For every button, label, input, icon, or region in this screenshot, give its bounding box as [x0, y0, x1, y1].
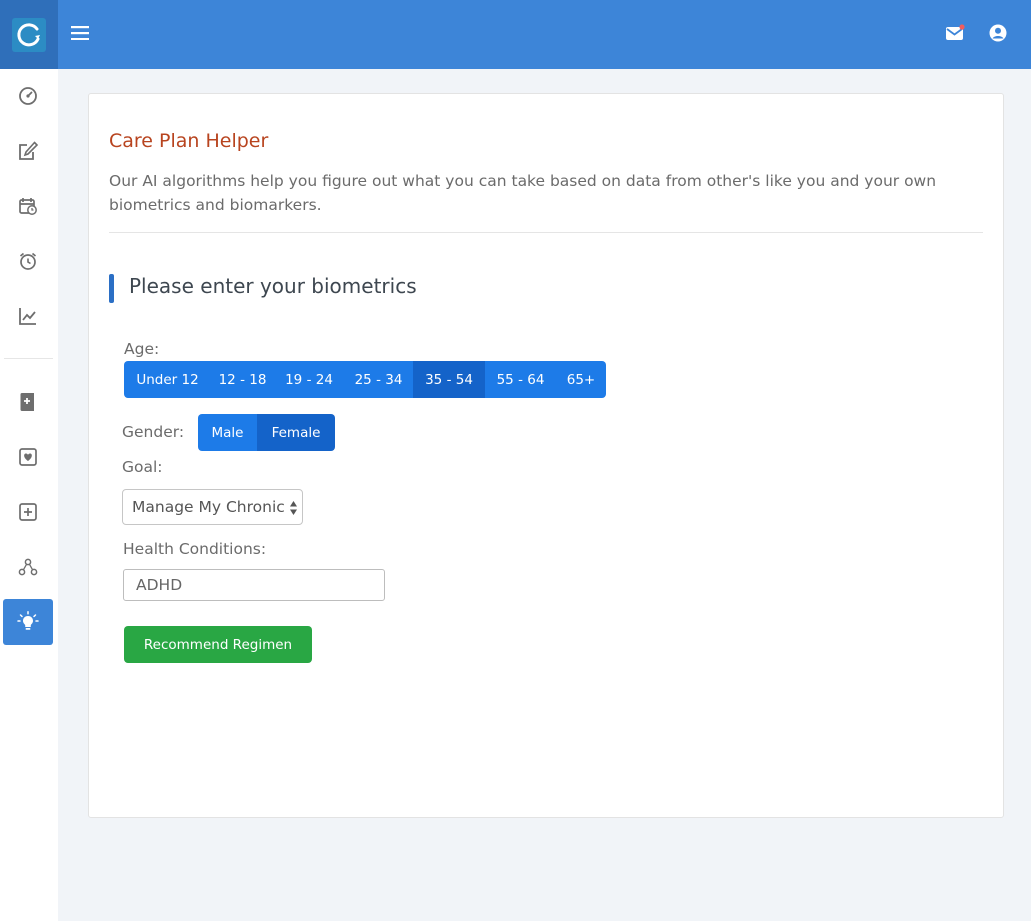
sidebar-item-schedule[interactable] [3, 183, 53, 229]
health-conditions-label: Health Conditions: [123, 540, 267, 558]
age-option-65-plus[interactable]: 65+ [556, 361, 606, 398]
section-accent-bar [109, 274, 114, 303]
gender-button-group: Male Female [198, 414, 335, 451]
recommend-regimen-button[interactable]: Recommend Regimen [124, 626, 312, 663]
sidebar-item-dashboard[interactable] [3, 73, 53, 119]
sidebar-divider [4, 358, 53, 359]
health-conditions-input[interactable] [123, 569, 385, 601]
top-bar [0, 0, 1031, 69]
section-title: Please enter your biometrics [129, 274, 417, 298]
gender-label: Gender: [122, 423, 185, 441]
heart-card-icon [19, 448, 37, 466]
age-option-55-64[interactable]: 55 - 64 [485, 361, 556, 398]
gender-option-male[interactable]: Male [198, 414, 257, 451]
menu-icon[interactable] [69, 22, 91, 44]
alarm-clock-icon [19, 252, 37, 270]
molecule-icon [18, 558, 38, 576]
dashboard-gauge-icon [19, 87, 37, 105]
sidebar-item-analytics[interactable] [3, 293, 53, 339]
age-label: Age: [124, 340, 160, 358]
lightbulb-icon [17, 611, 39, 630]
age-option-35-54[interactable]: 35 - 54 [413, 361, 485, 398]
gender-option-female[interactable]: Female [257, 414, 335, 451]
sidebar-item-reminders[interactable] [3, 238, 53, 284]
age-option-25-34[interactable]: 25 - 34 [344, 361, 413, 398]
age-option-under-12[interactable]: Under 12 [124, 361, 211, 398]
mail-icon[interactable] [943, 21, 967, 45]
book-add-icon [20, 393, 34, 411]
select-arrows-icon [290, 501, 297, 515]
page-title: Care Plan Helper [109, 130, 269, 152]
goal-select[interactable]: Manage My Chronic [122, 489, 303, 525]
sidebar-item-journal[interactable] [3, 128, 53, 174]
sidebar [0, 69, 58, 921]
age-option-12-18[interactable]: 12 - 18 [211, 361, 274, 398]
divider [109, 232, 983, 233]
user-circle-icon[interactable] [986, 21, 1010, 45]
page-description: Our AI algorithms help you figure out wh… [109, 172, 937, 214]
calendar-clock-icon [19, 198, 37, 215]
sidebar-item-records[interactable] [3, 379, 53, 425]
line-chart-icon [19, 308, 36, 325]
care-plan-card: Care Plan Helper Our AI algorithms help … [88, 93, 1004, 818]
edit-note-icon [19, 141, 39, 160]
sidebar-item-health[interactable] [3, 434, 53, 480]
age-button-group: Under 12 12 - 18 19 - 24 25 - 34 35 - 54… [124, 361, 606, 398]
goal-label: Goal: [122, 458, 163, 476]
plus-square-icon [19, 503, 37, 521]
app-logo-icon [12, 17, 46, 52]
sidebar-item-compounds[interactable] [3, 544, 53, 590]
sidebar-item-care-plan[interactable] [3, 599, 53, 645]
logo[interactable] [0, 0, 58, 69]
goal-select-value: Manage My Chronic [132, 498, 285, 516]
sidebar-item-add[interactable] [3, 489, 53, 535]
age-option-19-24[interactable]: 19 - 24 [274, 361, 344, 398]
